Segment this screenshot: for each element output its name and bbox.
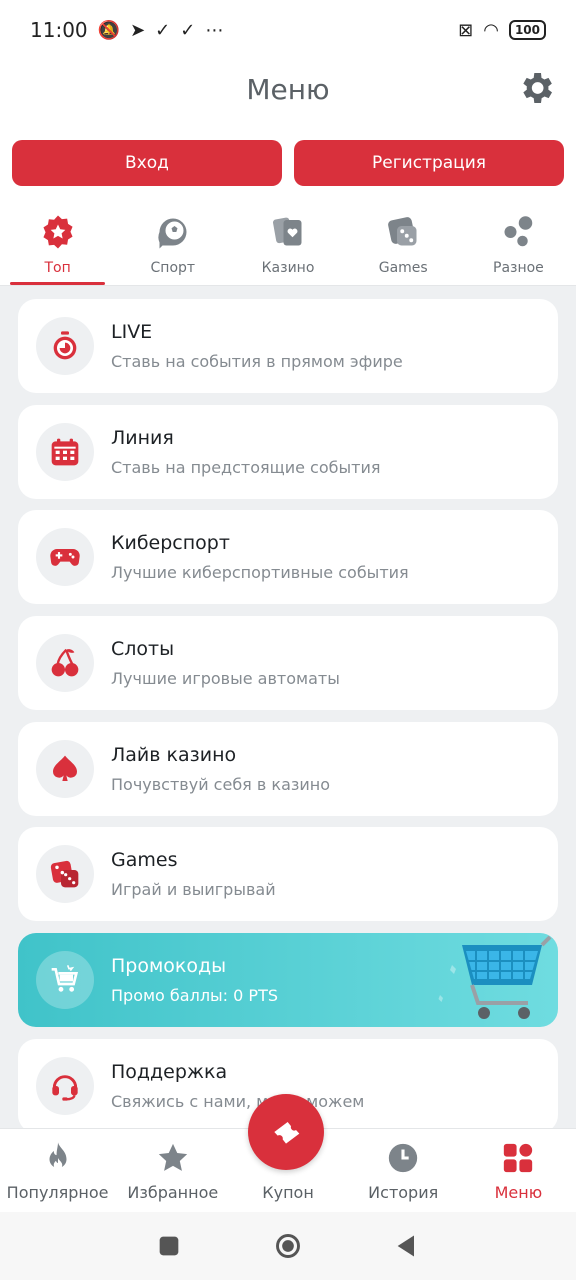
menu-item-subtitle: Лучшие киберспортивные события — [111, 563, 409, 583]
nav-favorites[interactable]: Избранное — [115, 1129, 230, 1212]
gamepad-icon — [50, 549, 80, 567]
menu-item-live[interactable]: LIVE Ставь на события в прямом эфире — [18, 299, 558, 393]
tab-label: Games — [378, 260, 428, 276]
cherries-icon — [51, 648, 79, 677]
check-icon: ✓ — [155, 19, 171, 41]
ticket-icon — [274, 1122, 300, 1144]
nav-label: Популярное — [6, 1183, 109, 1202]
status-time: 11:00 — [30, 18, 88, 42]
tab-sport[interactable]: Спорт — [115, 206, 230, 285]
menu-item-subtitle: Лучшие игровые автоматы — [111, 669, 340, 689]
back-icon[interactable] — [393, 1232, 421, 1260]
menu-item-title: Лайв казино — [111, 743, 237, 766]
home-icon[interactable] — [274, 1232, 302, 1260]
sim-icon: ⊠ — [458, 19, 474, 41]
page-title: Меню — [246, 72, 330, 106]
nav-popular[interactable]: Популярное — [0, 1129, 115, 1212]
more-icon: ⋯ — [205, 19, 224, 41]
menu-item-subtitle: Почувствуй себя в казино — [111, 774, 331, 794]
menu-item-subtitle: Ставь на предстоящие события — [111, 457, 381, 477]
gear-icon[interactable] — [516, 68, 556, 108]
menu-item-esports[interactable]: Киберспорт Лучшие киберспортивные событи… — [18, 510, 558, 605]
menu-item-title: Киберспорт — [111, 532, 230, 555]
menu-item-promocodes[interactable]: Промокоды Промо баллы: 0 PTS — [18, 933, 558, 1028]
menu-item-live-casino[interactable]: Лайв казино Почувствуй себя в казино — [18, 721, 558, 816]
basket-illustration — [438, 935, 552, 1020]
tab-misc[interactable]: Разное — [461, 206, 576, 285]
menu-item-title: Games — [111, 849, 178, 872]
tab-casino[interactable]: Казино — [230, 206, 345, 285]
telegram-icon: ➤ — [130, 19, 146, 41]
status-bar: 11:00 🔕 ➤ ✓ ✓ ⋯ ⊠ ◠ 100 — [0, 0, 576, 60]
calendar-icon — [51, 438, 79, 466]
header: Меню — [0, 60, 576, 118]
menu-item-subtitle: Играй и выигрывай — [111, 880, 276, 900]
coupon-button[interactable] — [248, 1094, 324, 1170]
menu-item-line[interactable]: Линия Ставь на предстоящие события — [18, 404, 558, 499]
cart-icon — [51, 965, 79, 992]
menu-item-title: Промокоды — [111, 955, 227, 978]
menu-item-games[interactable]: Games Играй и выигрывай — [18, 827, 558, 922]
nav-label: История — [368, 1183, 439, 1202]
ball-icon — [158, 218, 187, 249]
menu-list: LIVE Ставь на события в прямом эфире Лин… — [0, 286, 576, 1128]
star-icon — [158, 1143, 187, 1171]
grid-icon — [504, 1143, 533, 1173]
menu-item-title: LIVE — [111, 321, 153, 343]
check-icon: ✓ — [180, 19, 196, 41]
menu-item-subtitle: Промо баллы: 0 PTS — [111, 986, 278, 1006]
nav-label: Избранное — [127, 1183, 219, 1202]
nav-label: Меню — [494, 1183, 543, 1202]
cards-icon — [273, 217, 302, 246]
menu-item-slots[interactable]: Слоты Лучшие игровые автоматы — [18, 616, 558, 711]
menu-item-title: Поддержка — [111, 1060, 228, 1083]
tab-label: Казино — [261, 260, 315, 276]
dice-icon — [388, 217, 417, 246]
dots-icon — [504, 216, 533, 247]
menu-item-title: Слоты — [111, 638, 175, 661]
stopwatch-icon — [53, 331, 77, 360]
mute-icon: 🔕 — [97, 19, 121, 41]
auth-buttons: Вход Регистрация — [12, 140, 564, 186]
tab-games[interactable]: Games — [346, 206, 461, 285]
menu-item-title: Линия — [111, 426, 174, 449]
tab-label: Разное — [493, 260, 544, 276]
login-button[interactable]: Вход — [12, 140, 282, 186]
tab-label: Спорт — [150, 260, 196, 276]
spade-icon — [53, 755, 77, 781]
system-nav-bar — [0, 1212, 576, 1280]
nav-menu[interactable]: Меню — [461, 1129, 576, 1212]
tab-label: Топ — [44, 260, 71, 276]
category-tabs: Топ Спорт Казино Games Разное — [0, 206, 576, 286]
star-badge-icon — [43, 215, 73, 249]
menu-item-subtitle: Свяжись с нами, мы поможем — [111, 1091, 365, 1111]
battery-indicator: 100 — [508, 20, 546, 40]
register-button[interactable]: Регистрация — [294, 140, 564, 186]
menu-item-subtitle: Ставь на события в прямом эфире — [111, 352, 403, 371]
tab-top[interactable]: Топ — [0, 206, 115, 285]
recents-icon[interactable] — [155, 1232, 183, 1260]
dice-icon — [50, 861, 79, 888]
wifi-icon: ◠ — [483, 19, 499, 41]
nav-history[interactable]: История — [346, 1129, 461, 1212]
fire-icon — [49, 1142, 67, 1170]
headset-icon — [52, 1075, 78, 1101]
clock-icon — [389, 1143, 418, 1173]
nav-label: Купон — [262, 1183, 314, 1202]
